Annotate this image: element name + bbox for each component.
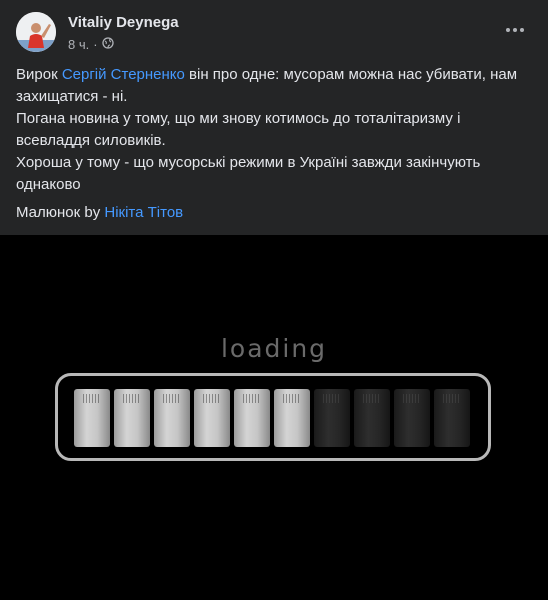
post-header: Vitaliy Deynega 8 ч. · <box>16 12 532 56</box>
cell-vent <box>123 394 141 403</box>
cell-vent <box>443 394 461 403</box>
loading-cell-filled <box>274 389 310 447</box>
more-dots-icon[interactable] <box>498 18 532 42</box>
author-name[interactable]: Vitaliy Deynega <box>68 14 179 31</box>
avatar[interactable] <box>16 12 56 52</box>
loading-cell-filled <box>194 389 230 447</box>
post-line-2: Погана новина у тому, що ми знову котимо… <box>16 110 461 149</box>
meta-separator: · <box>93 37 98 52</box>
cell-vent <box>243 394 261 403</box>
cell-vent <box>283 394 301 403</box>
globe-icon <box>101 37 114 52</box>
text-fragment: Вирок <box>16 66 62 83</box>
post-line-3: Хороша у тому - що мусорські режими в Ук… <box>16 154 481 193</box>
cell-vent <box>203 394 221 403</box>
loading-cell-filled <box>114 389 150 447</box>
post-time[interactable]: 8 ч. <box>68 37 89 52</box>
loading-cell-empty <box>434 389 470 447</box>
cell-vent <box>83 394 101 403</box>
loading-cell-filled <box>234 389 270 447</box>
post-image[interactable]: loading <box>0 235 548 600</box>
loading-cell-empty <box>314 389 350 447</box>
cell-vent <box>363 394 381 403</box>
post-meta: 8 ч. · <box>68 37 114 52</box>
loading-label: loading <box>220 334 328 363</box>
mention-link[interactable]: Сергій Стерненко <box>62 66 185 83</box>
cell-vent <box>403 394 421 403</box>
loading-cell-filled <box>154 389 190 447</box>
loading-cells <box>74 389 470 447</box>
loading-cell-empty <box>394 389 430 447</box>
image-credit: Малюнок by Нікіта Тітов <box>16 202 183 224</box>
loading-bar <box>55 373 491 461</box>
cell-vent <box>323 394 341 403</box>
post-text: Вирок Сергій Стерненко він про одне: мус… <box>16 64 526 196</box>
post-line-1: Вирок Сергій Стерненко він про одне: мус… <box>16 64 526 108</box>
loading-cell-filled <box>74 389 110 447</box>
loading-cell-empty <box>354 389 390 447</box>
credit-link[interactable]: Нікіта Тітов <box>104 204 183 221</box>
credit-prefix: Малюнок by <box>16 204 105 221</box>
cell-vent <box>163 394 181 403</box>
